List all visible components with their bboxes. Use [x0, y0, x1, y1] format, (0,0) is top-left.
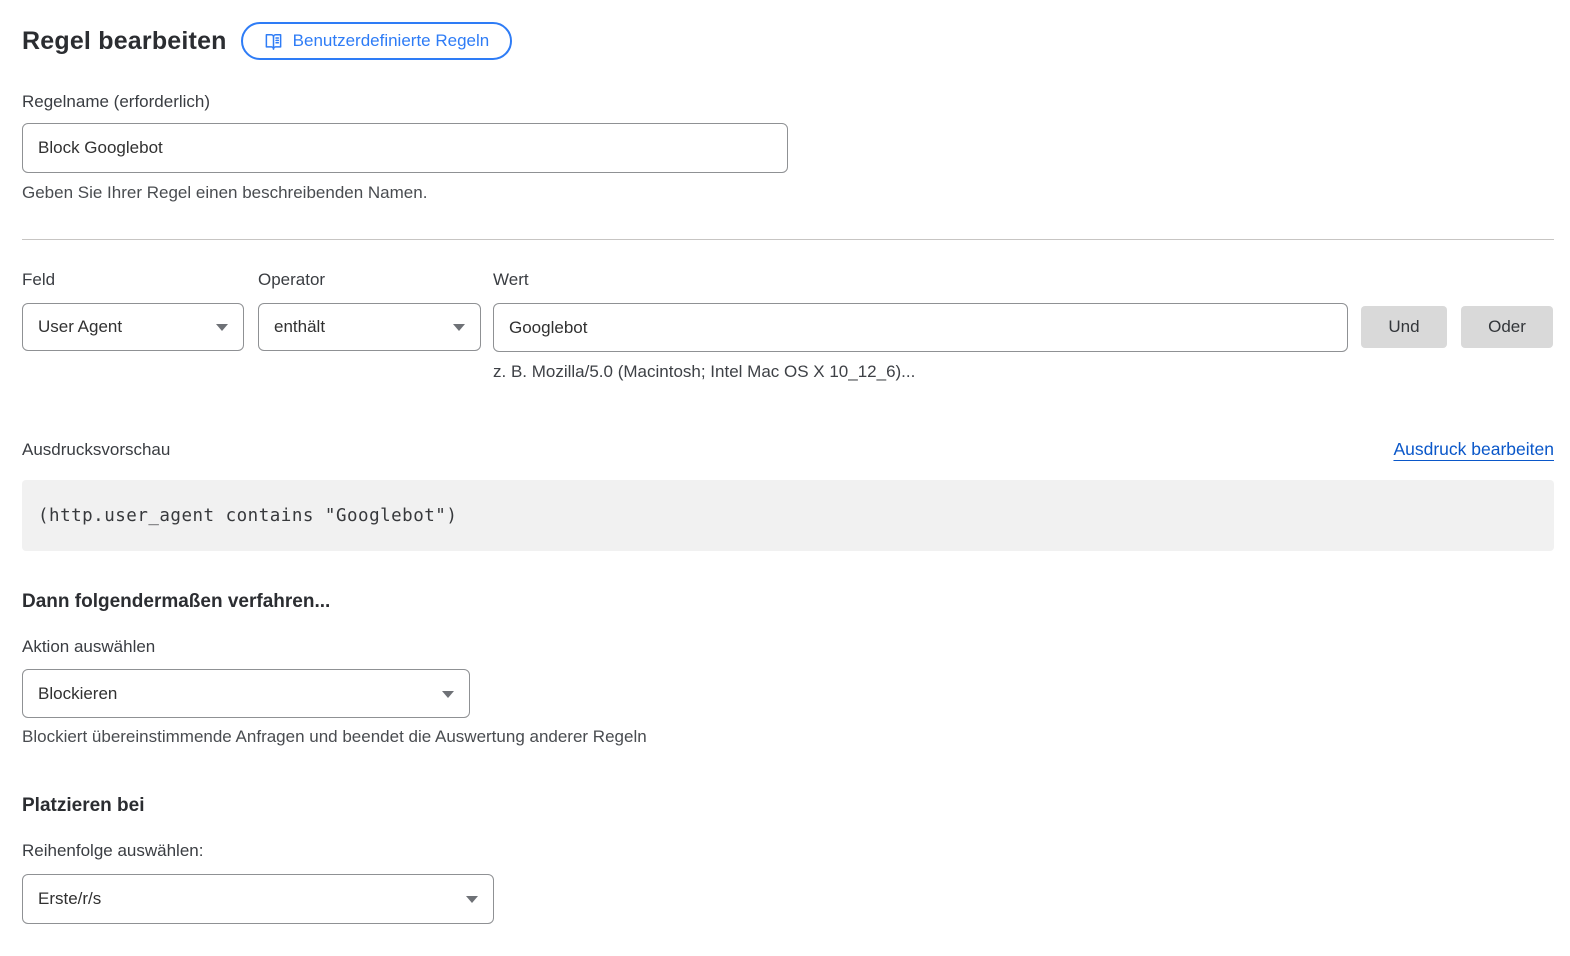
operator-label: Operator — [258, 270, 481, 290]
field-select-value: User Agent — [38, 317, 122, 337]
field-label: Feld — [22, 270, 244, 290]
page-title: Regel bearbeiten — [22, 27, 227, 56]
edit-rule-page: Regel bearbeiten Benutzerdefinierte Rege… — [0, 0, 1570, 924]
action-label: Aktion auswählen — [22, 637, 1554, 657]
placement-heading: Platzieren bei — [22, 795, 1554, 817]
rule-name-help: Geben Sie Ihrer Regel einen beschreibend… — [22, 183, 1554, 203]
or-button[interactable]: Oder — [1461, 306, 1553, 348]
rule-name-input[interactable] — [22, 123, 788, 173]
page-header: Regel bearbeiten Benutzerdefinierte Rege… — [22, 22, 1554, 60]
action-help: Blockiert übereinstimmende Anfragen und … — [22, 727, 1554, 747]
action-heading: Dann folgendermaßen verfahren... — [22, 591, 1554, 613]
condition-row: Feld User Agent Operator enthält Wert z.… — [22, 270, 1554, 382]
chevron-down-icon — [216, 324, 228, 331]
placement-select-value: Erste/r/s — [38, 889, 101, 909]
expression-code: (http.user_agent contains "Googlebot") — [38, 506, 457, 526]
edit-expression-link[interactable]: Ausdruck bearbeiten — [1393, 439, 1554, 460]
operator-column: Operator enthält — [258, 270, 481, 351]
expression-preview-box: (http.user_agent contains "Googlebot") — [22, 480, 1554, 551]
chevron-down-icon — [466, 896, 478, 903]
value-column: Wert z. B. Mozilla/5.0 (Macintosh; Intel… — [493, 270, 1348, 382]
expression-preview-header: Ausdrucksvorschau Ausdruck bearbeiten — [22, 439, 1554, 460]
value-example-text: z. B. Mozilla/5.0 (Macintosh; Intel Mac … — [493, 362, 1348, 382]
chevron-down-icon — [453, 324, 465, 331]
open-book-icon — [264, 32, 283, 51]
value-input[interactable] — [493, 303, 1348, 352]
expression-preview-label: Ausdrucksvorschau — [22, 440, 170, 460]
field-select[interactable]: User Agent — [22, 303, 244, 351]
placement-section: Platzieren bei Reihenfolge auswählen: Er… — [22, 795, 1554, 924]
and-button[interactable]: Und — [1361, 306, 1447, 348]
action-select[interactable]: Blockieren — [22, 669, 470, 718]
field-column: Feld User Agent — [22, 270, 244, 351]
placement-label: Reihenfolge auswählen: — [22, 841, 1554, 861]
rule-name-section: Regelname (erforderlich) Geben Sie Ihrer… — [22, 92, 1554, 203]
action-section: Dann folgendermaßen verfahren... Aktion … — [22, 591, 1554, 747]
value-label: Wert — [493, 270, 1348, 290]
operator-select-value: enthält — [274, 317, 325, 337]
docs-button-label: Benutzerdefinierte Regeln — [293, 31, 490, 51]
rule-name-label: Regelname (erforderlich) — [22, 92, 1554, 112]
action-select-value: Blockieren — [38, 684, 117, 704]
placement-order-select[interactable]: Erste/r/s — [22, 874, 494, 924]
chevron-down-icon — [442, 691, 454, 698]
logic-buttons: Und Oder — [1361, 306, 1553, 348]
section-divider — [22, 239, 1554, 240]
operator-select[interactable]: enthält — [258, 303, 481, 351]
custom-rules-docs-button[interactable]: Benutzerdefinierte Regeln — [241, 22, 513, 60]
